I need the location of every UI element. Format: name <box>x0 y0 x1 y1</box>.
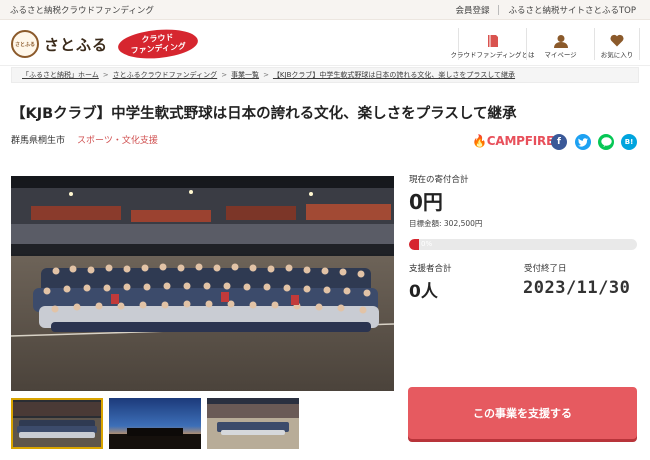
team-photo-image <box>11 176 394 391</box>
breadcrumb-current[interactable]: 【KJBクラブ】中学生軟式野球は日本の誇れる文化、楽しさをプラスして継承 <box>273 70 515 80</box>
user-icon <box>553 32 568 49</box>
register-link[interactable]: 会員登録 <box>455 4 489 16</box>
logo-mark-text: さとふる <box>14 41 35 48</box>
top-links: 会員登録 ふるさと納税サイトさとふるTOP <box>455 4 636 16</box>
site-tagline: ふるさと納税クラウドファンディング <box>10 6 154 16</box>
breadcrumb-separator: > <box>102 71 109 79</box>
logo-text[interactable]: さとふる <box>44 34 108 55</box>
progress-bar: 0% <box>409 239 637 250</box>
nav-about-crowdfunding[interactable]: クラウドファンディングとは <box>450 28 535 60</box>
line-share-icon[interactable] <box>598 134 614 150</box>
deadline-value: 2023/11/30 <box>523 278 631 298</box>
divider <box>498 5 500 15</box>
campfire-label: CAMPFIRE <box>486 134 555 148</box>
thumbnail-field[interactable] <box>207 398 299 449</box>
progress-percent: 0% <box>421 240 433 248</box>
nav-label: お気に入り <box>600 51 634 59</box>
project-meta: 群馬県桐生市 スポーツ・文化支援 <box>11 133 158 146</box>
nav-mypage[interactable]: マイページ <box>526 28 594 60</box>
flame-icon: 🔥 <box>472 134 487 148</box>
support-project-button[interactable]: この事業を支援する <box>408 387 637 439</box>
header-nav: クラウドファンディングとは マイページ お気に入り <box>450 28 640 60</box>
heart-icon <box>610 32 624 49</box>
twitter-share-icon[interactable] <box>575 134 591 150</box>
supporters-label: 支援者合計 <box>409 264 452 274</box>
thumbnail-image <box>207 398 299 449</box>
location-label: 群馬県桐生市 <box>11 136 66 146</box>
crowdfunding-badge[interactable]: クラウド ファンディング <box>116 26 200 62</box>
nav-favorites[interactable]: お気に入り <box>594 28 640 60</box>
supporters-value: 0人 <box>409 282 438 302</box>
site-header: さとふる さとふる クラウド ファンディング クラウドファンディングとは マイペ… <box>0 20 650 66</box>
page-title: 【KJBクラブ】中学生軟式野球は日本の誇れる文化、楽しさをプラスして継承 <box>11 106 517 122</box>
target-amount-label: 目標金額: 302,500円 <box>409 219 483 228</box>
thumbnail-team-photo[interactable] <box>11 398 103 449</box>
thumbnail-image <box>109 398 201 449</box>
nav-label: クラウドファンディングとは <box>450 51 535 59</box>
progress-fill <box>409 239 419 250</box>
top-bar: ふるさと納税クラウドファンディング 会員登録 ふるさと納税サイトさとふるTOP <box>0 0 650 20</box>
project-main-photo[interactable] <box>11 176 394 391</box>
breadcrumb-home[interactable]: 「ふるさと納税」ホーム <box>22 70 99 80</box>
breadcrumb: 「ふるさと納税」ホーム > さとふるクラウドファンディング > 事業一覧 > 【… <box>11 67 639 83</box>
facebook-share-icon[interactable]: f <box>551 134 567 150</box>
thumbnail-image <box>11 398 103 449</box>
satofull-logo-mark[interactable]: さとふる <box>11 30 39 58</box>
breadcrumb-projects[interactable]: 事業一覧 <box>231 70 259 80</box>
breadcrumb-separator: > <box>263 71 269 79</box>
book-icon <box>487 32 499 49</box>
current-amount-value: 0円 <box>409 190 443 214</box>
breadcrumb-crowdfunding[interactable]: さとふるクラウドファンディング <box>113 70 218 80</box>
hatena-bookmark-icon[interactable]: B! <box>621 134 637 150</box>
thumbnail-sunset[interactable] <box>109 398 201 449</box>
photo-thumbnails <box>11 398 299 449</box>
breadcrumb-separator: > <box>221 71 228 79</box>
satofull-top-link[interactable]: ふるさと納税サイトさとふるTOP <box>508 4 636 16</box>
current-amount-label: 現在の寄付合計 <box>409 175 469 185</box>
deadline-label: 受付終了日 <box>524 264 567 274</box>
nav-label: マイページ <box>544 51 577 59</box>
campfire-logo[interactable]: 🔥CAMPFIRE <box>472 134 554 148</box>
category-link[interactable]: スポーツ・文化支援 <box>77 133 158 146</box>
